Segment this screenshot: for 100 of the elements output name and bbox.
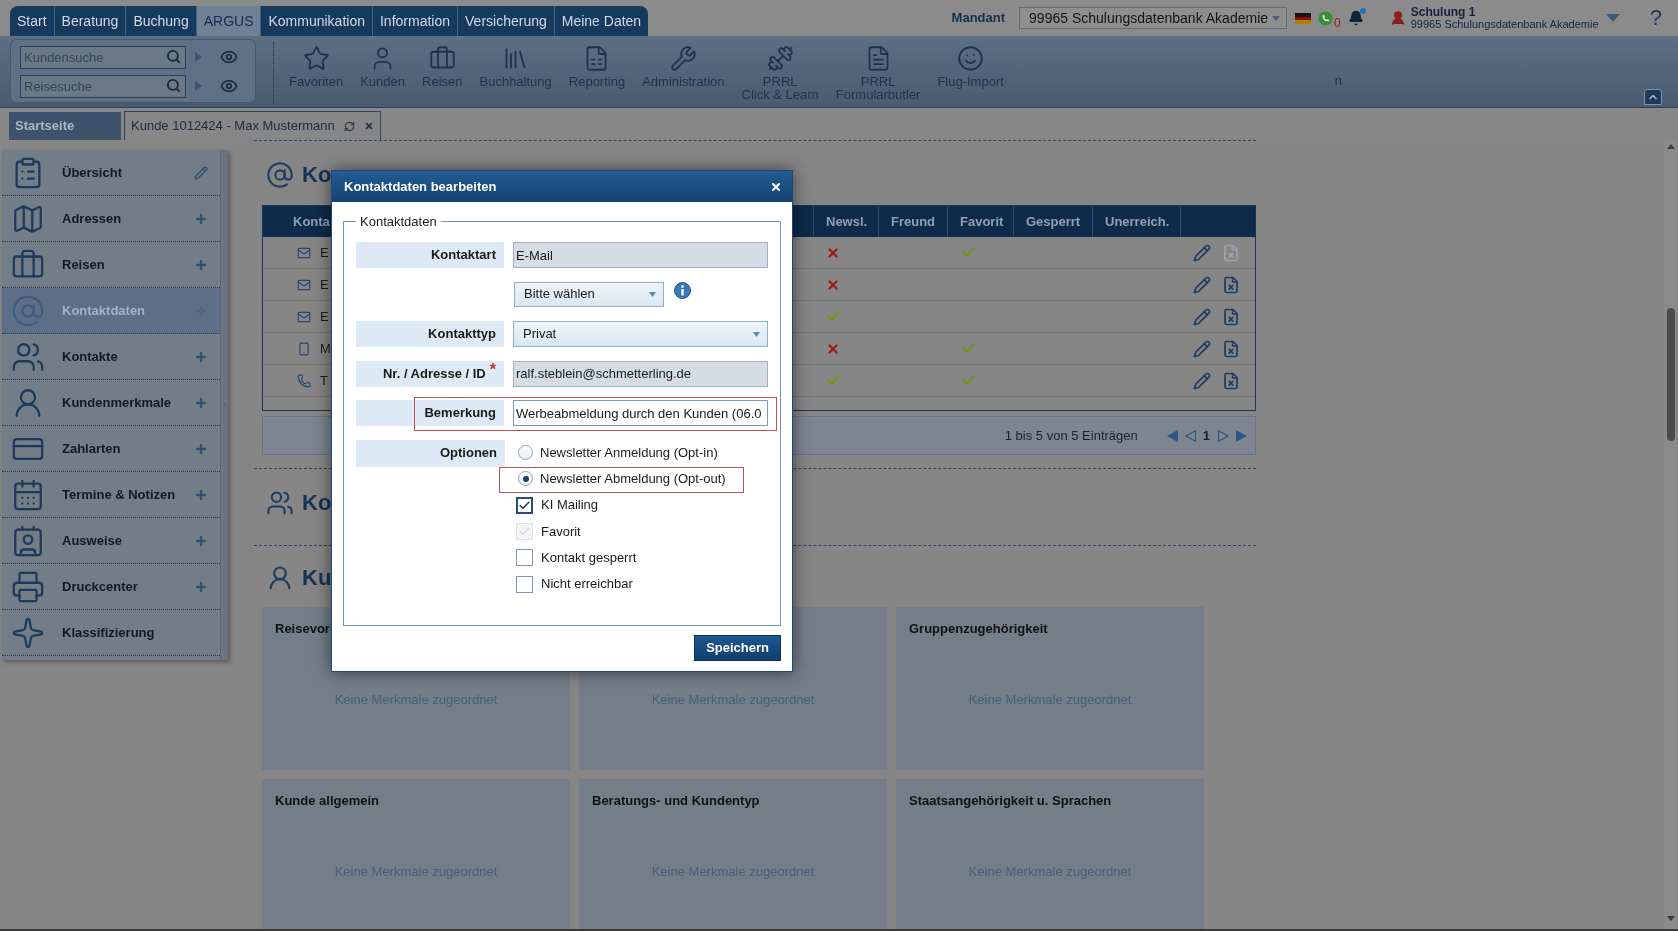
- caret-icon[interactable]: [1605, 14, 1620, 22]
- smiley-icon: [957, 45, 985, 72]
- radio-button[interactable]: [518, 445, 533, 461]
- document-tab[interactable]: Startseite: [9, 112, 121, 140]
- pencil-icon[interactable]: [1193, 243, 1211, 262]
- scrollbar-thumb[interactable]: [1666, 308, 1675, 441]
- last-page-icon[interactable]: [1236, 429, 1247, 442]
- close-icon[interactable]: [363, 121, 374, 131]
- person-icon: [1389, 10, 1406, 26]
- dropdown[interactable]: Bitte wählen: [514, 281, 664, 307]
- section-heading: Ku: [302, 567, 332, 589]
- bell-icon[interactable]: [1347, 10, 1364, 26]
- table-cell-text: E: [320, 275, 329, 294]
- column-header[interactable]: Gesperrt: [1026, 211, 1081, 232]
- text-field[interactable]: ralf.steblein@schmetterling.de: [513, 360, 768, 387]
- table-cell-text: E: [320, 307, 329, 326]
- field-label: Kontakttyp: [428, 325, 496, 344]
- user-organization: 99965 Schulungsdatenbank Akademie: [1410, 18, 1600, 30]
- text-field[interactable]: Werbeabmeldung durch den Kunden (06.0: [513, 400, 768, 426]
- star-icon: [302, 45, 330, 72]
- plus-icon[interactable]: [194, 533, 208, 548]
- at-sign-icon: [11, 293, 45, 328]
- chat-bubble-icon[interactable]: [1318, 10, 1334, 26]
- radio-option[interactable]: Newsletter Abmeldung (Opt-out): [518, 469, 726, 489]
- plus-icon[interactable]: [194, 395, 208, 410]
- file-x-icon[interactable]: [1222, 339, 1240, 358]
- checkbox-option[interactable]: KI Mailing: [516, 492, 726, 519]
- play-icon[interactable]: [195, 51, 202, 62]
- table-cell-text: M: [320, 339, 331, 358]
- file-x-icon[interactable]: [1222, 307, 1240, 326]
- sidebar-item[interactable]: Ausweise: [2, 518, 220, 564]
- next-page-icon[interactable]: [1218, 429, 1229, 442]
- required-mark: *: [489, 361, 496, 378]
- search-field[interactable]: Reisesuche: [20, 75, 186, 98]
- sidebar-item[interactable]: Termine & Notizen: [2, 472, 220, 518]
- checkbox-option[interactable]: Nicht erreichbar: [516, 571, 726, 598]
- pencil-icon[interactable]: [1193, 339, 1211, 358]
- pencil-icon[interactable]: [194, 165, 208, 180]
- sidebar-item[interactable]: Adressen: [2, 196, 220, 242]
- search-field[interactable]: Kundensuche: [20, 46, 186, 69]
- field-label: Optionen: [439, 444, 497, 463]
- pencil-icon[interactable]: [1193, 275, 1211, 294]
- checkbox[interactable]: [516, 496, 533, 514]
- column-header[interactable]: Newsl.: [826, 211, 868, 232]
- column-header[interactable]: Favorit: [960, 211, 1004, 232]
- nav-tab[interactable]: Start: [10, 6, 54, 36]
- radio-option[interactable]: Newsletter Anmeldung (Opt-in): [518, 442, 718, 463]
- refresh-icon[interactable]: [343, 120, 355, 132]
- scroll-down-icon[interactable]: [1666, 916, 1675, 921]
- help-button[interactable]: ?: [1649, 7, 1662, 29]
- sidebar-item[interactable]: Druckcenter: [2, 564, 220, 610]
- group-legend: Kontaktdaten: [356, 214, 441, 229]
- pencil-icon[interactable]: [1193, 371, 1211, 390]
- plus-icon[interactable]: [194, 349, 208, 364]
- pager-summary: 1 bis 5 von 5 Einträgen: [1004, 426, 1138, 445]
- section-heading: Ko: [302, 492, 332, 514]
- save-button[interactable]: Speichern: [694, 635, 781, 661]
- file-x-icon[interactable]: [1222, 371, 1240, 390]
- file-x-icon[interactable]: [1222, 275, 1240, 294]
- scroll-up-icon[interactable]: [1666, 144, 1675, 149]
- plus-icon[interactable]: [194, 487, 208, 502]
- checkbox[interactable]: [516, 549, 533, 567]
- collapse-button[interactable]: [1644, 89, 1662, 105]
- card-title: Kunde allgemein: [275, 793, 380, 808]
- plus-icon[interactable]: [194, 579, 208, 594]
- previous-page-icon[interactable]: [1184, 429, 1196, 442]
- column-header[interactable]: Freund: [891, 211, 936, 232]
- message-count: 0: [1334, 17, 1341, 29]
- play-icon[interactable]: [195, 80, 202, 91]
- field-label: Bemerkung: [424, 404, 496, 423]
- column-header[interactable]: Unerreich.: [1105, 211, 1170, 232]
- document-tab[interactable]: Kunde 1012424 - Max Mustermann: [124, 111, 381, 140]
- plus-icon[interactable]: [194, 441, 208, 456]
- plus-icon[interactable]: [194, 211, 208, 226]
- nav-tab[interactable]: ARGUS: [195, 6, 261, 36]
- card-title: Staatsangehörigkeit u. Sprachen: [909, 793, 1112, 808]
- dropdown[interactable]: Privat: [513, 321, 768, 347]
- radio-button[interactable]: [518, 471, 533, 487]
- card-title: Gruppenzugehörigkeit: [909, 621, 1048, 636]
- page-number[interactable]: 1: [1202, 425, 1210, 446]
- checkbox-option[interactable]: Kontakt gesperrt: [516, 544, 726, 571]
- search-icon[interactable]: [166, 78, 181, 93]
- text-field[interactable]: E-Mail: [513, 242, 768, 268]
- caret-icon: [649, 291, 656, 297]
- mandant-select[interactable]: 99965 Schulungsdatenbank Akademie: [1019, 7, 1288, 29]
- user-name: Schulung 1: [1410, 6, 1477, 18]
- close-icon[interactable]: [770, 180, 782, 193]
- search-icon[interactable]: [166, 49, 181, 64]
- sidebar-item[interactable]: Übersicht: [2, 150, 220, 196]
- card-title: Beratungs- und Kundentyp: [592, 793, 760, 808]
- flag-icon: [1295, 12, 1312, 24]
- column-header[interactable]: Konta: [293, 211, 330, 232]
- first-page-icon[interactable]: [1166, 429, 1178, 442]
- pencil-icon[interactable]: [1193, 307, 1211, 326]
- plus-icon[interactable]: [194, 257, 208, 272]
- checkbox[interactable]: [516, 575, 533, 593]
- people-icon: [266, 489, 294, 517]
- field-label: Kontaktart: [431, 246, 496, 265]
- section-heading: Ko: [302, 164, 332, 186]
- info-icon[interactable]: [674, 281, 691, 299]
